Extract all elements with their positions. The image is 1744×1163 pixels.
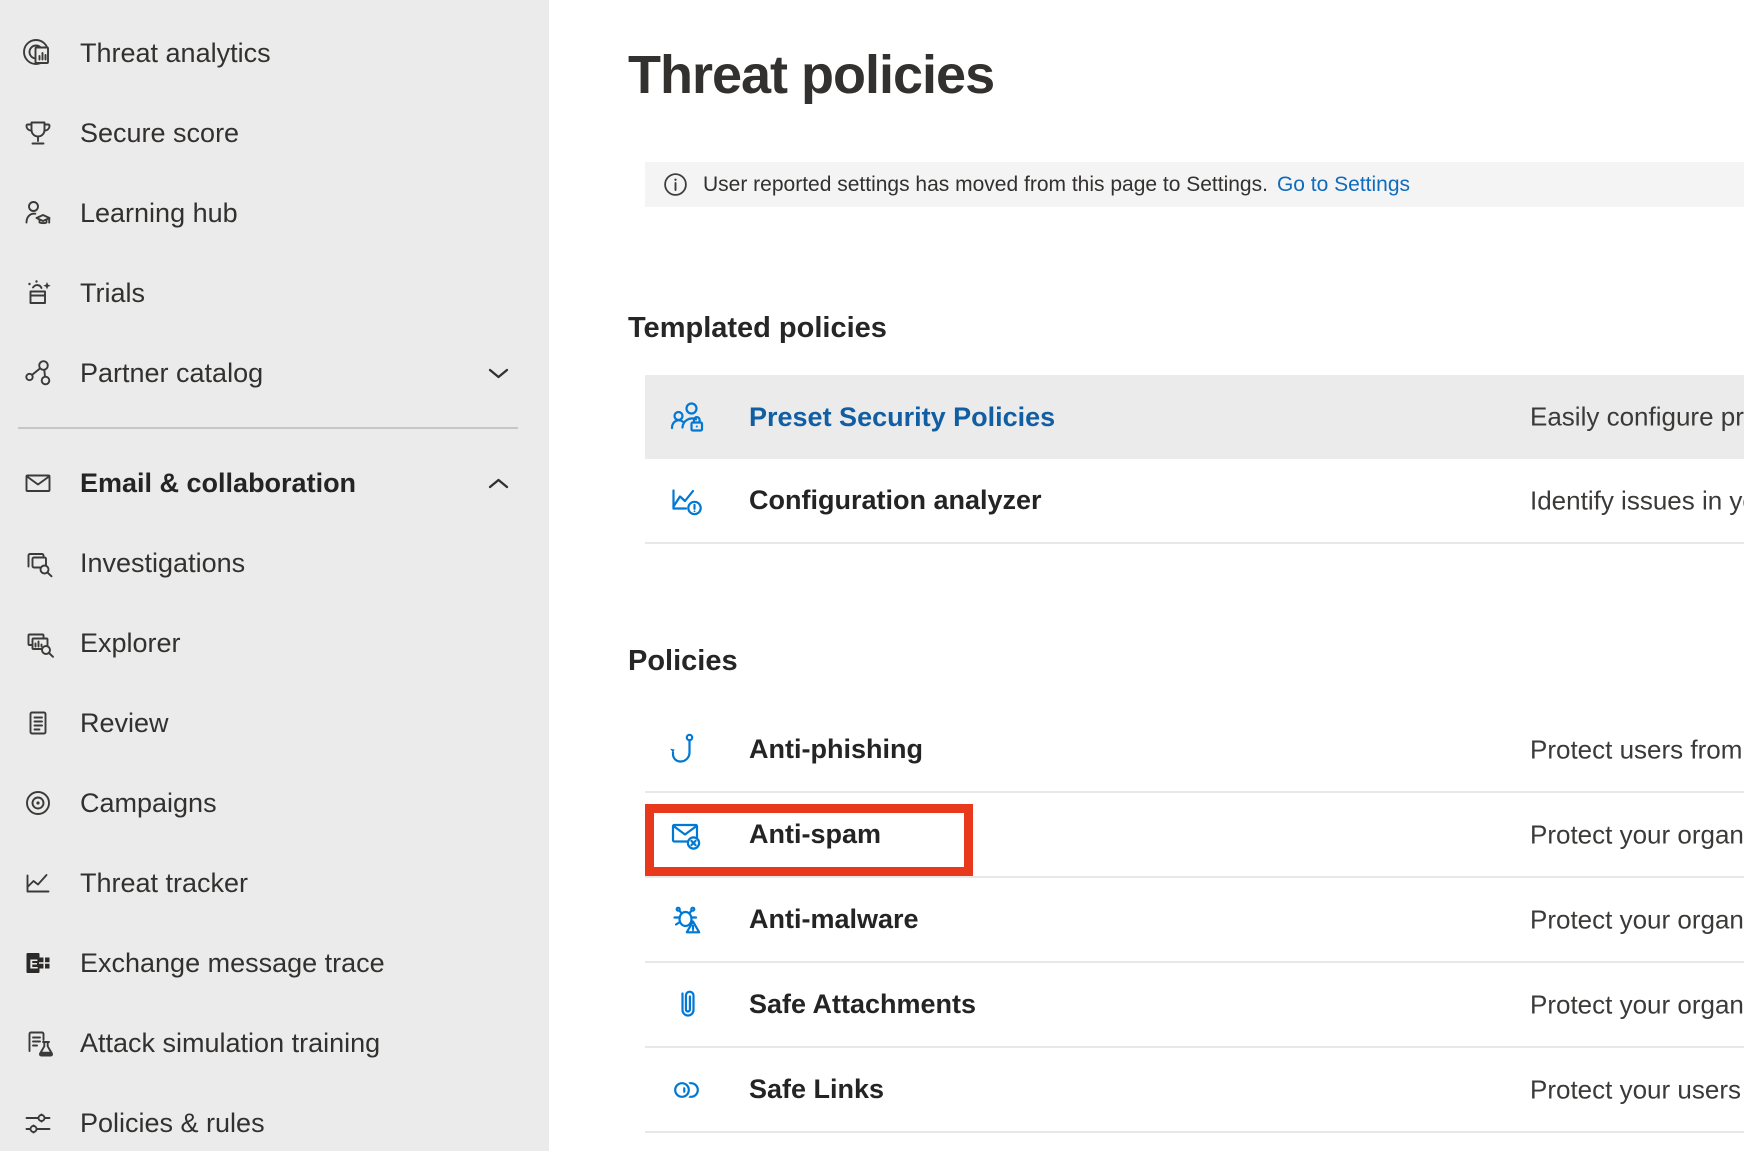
templated-policies-heading: Templated policies (628, 308, 1744, 348)
policies-rules-icon (20, 1105, 56, 1141)
info-icon (662, 171, 689, 198)
sidebar-item-label: Email & collaboration (80, 468, 356, 499)
safe-links-icon (667, 1070, 707, 1110)
sidebar-item-learning-hub[interactable]: Learning hub (0, 173, 549, 253)
configuration-analyzer-icon (667, 481, 707, 521)
sidebar-item-label: Learning hub (80, 198, 238, 229)
sidebar-item-label: Threat tracker (80, 868, 248, 899)
row-anti-spam[interactable]: Anti-spam Protect your organiz (645, 793, 1744, 878)
chevron-down-icon[interactable] (488, 368, 509, 379)
row-safe-attachments[interactable]: Safe Attachments Protect your organiz (645, 963, 1744, 1048)
row-title-configuration-analyzer[interactable]: Configuration analyzer (749, 485, 1042, 516)
explorer-icon (20, 625, 56, 661)
row-description: Identify issues in you (1530, 485, 1744, 516)
info-banner: User reported settings has moved from th… (645, 162, 1744, 207)
trials-icon (20, 275, 56, 311)
policies-list: Anti-phishing Protect users from p Anti-… (645, 708, 1744, 1133)
row-description: Protect your organiz (1530, 904, 1744, 935)
templated-policies-list: Preset Security Policies Easily configur… (645, 375, 1744, 544)
anti-phishing-icon (667, 730, 707, 770)
sidebar-item-partner-catalog[interactable]: Partner catalog (0, 333, 549, 413)
svg-text:E: E (30, 957, 39, 972)
row-description: Protect your organiz (1530, 819, 1744, 850)
sidebar-item-label: Policies & rules (80, 1108, 265, 1139)
threat-tracker-icon (20, 865, 56, 901)
exchange-icon: E (20, 945, 56, 981)
attack-simulation-icon (20, 1025, 56, 1061)
sidebar-item-trials[interactable]: Trials (0, 253, 549, 333)
main-content: Threat policies User reported settings h… (549, 0, 1744, 1151)
row-configuration-analyzer[interactable]: Configuration analyzer Identify issues i… (645, 459, 1744, 544)
sidebar-item-label: Explorer (80, 628, 181, 659)
sidebar-item-threat-tracker[interactable]: Threat tracker (0, 843, 549, 923)
trophy-icon (20, 115, 56, 151)
sidebar-divider (18, 427, 518, 429)
policies-heading: Policies (628, 641, 1744, 681)
chevron-up-icon[interactable] (488, 478, 509, 489)
sidebar-item-email-collaboration[interactable]: Email & collaboration (0, 443, 549, 523)
sidebar-item-label: Exchange message trace (80, 948, 385, 979)
anti-malware-icon (667, 900, 707, 940)
sidebar-item-attack-simulation-training[interactable]: Attack simulation training (0, 1003, 549, 1083)
sidebar-item-investigations[interactable]: Investigations (0, 523, 549, 603)
sidebar-item-label: Threat analytics (80, 38, 271, 69)
row-description: Easily configure prot (1530, 402, 1744, 433)
row-title-safe-attachments[interactable]: Safe Attachments (749, 989, 976, 1020)
page-title: Threat policies (628, 42, 1744, 108)
sidebar-item-campaigns[interactable]: Campaigns (0, 763, 549, 843)
row-anti-phishing[interactable]: Anti-phishing Protect users from p (645, 708, 1744, 793)
sidebar-item-policies-rules[interactable]: Policies & rules (0, 1083, 549, 1163)
sidebar-item-label: Attack simulation training (80, 1028, 380, 1059)
learning-hub-icon (20, 195, 56, 231)
row-title-preset-security-policies[interactable]: Preset Security Policies (749, 402, 1055, 433)
row-preset-security-policies[interactable]: Preset Security Policies Easily configur… (645, 375, 1744, 459)
sidebar-item-label: Investigations (80, 548, 245, 579)
campaigns-icon (20, 785, 56, 821)
row-description: Protect your organiz (1530, 989, 1744, 1020)
sidebar-item-label: Review (80, 708, 169, 739)
row-title-safe-links[interactable]: Safe Links (749, 1074, 884, 1105)
partner-catalog-icon (20, 355, 56, 391)
safe-attachments-icon (667, 985, 707, 1025)
mail-icon (20, 465, 56, 501)
left-navigation: Threat analytics Secure score Learning h… (0, 0, 549, 1151)
sidebar-item-label: Trials (80, 278, 145, 309)
sidebar-item-exchange-message-trace[interactable]: E Exchange message trace (0, 923, 549, 1003)
sidebar-item-review[interactable]: Review (0, 683, 549, 763)
sidebar-item-secure-score[interactable]: Secure score (0, 93, 549, 173)
row-safe-links[interactable]: Safe Links Protect your users fr (645, 1048, 1744, 1133)
row-title-anti-malware[interactable]: Anti-malware (749, 904, 919, 935)
banner-text: User reported settings has moved from th… (703, 173, 1268, 197)
sidebar-item-threat-analytics[interactable]: Threat analytics (0, 13, 549, 93)
go-to-settings-link[interactable]: Go to Settings (1277, 173, 1410, 197)
row-title-anti-phishing[interactable]: Anti-phishing (749, 734, 923, 765)
sidebar-item-explorer[interactable]: Explorer (0, 603, 549, 683)
investigations-icon (20, 545, 56, 581)
sidebar-item-label: Secure score (80, 118, 239, 149)
row-description: Protect your users fr (1530, 1074, 1744, 1105)
preset-security-icon (667, 397, 707, 437)
sidebar-item-label: Partner catalog (80, 358, 263, 389)
threat-analytics-icon (20, 35, 56, 71)
row-title-anti-spam[interactable]: Anti-spam (749, 819, 881, 850)
anti-spam-icon (667, 815, 707, 855)
row-anti-malware[interactable]: Anti-malware Protect your organiz (645, 878, 1744, 963)
row-description: Protect users from p (1530, 734, 1744, 765)
review-icon (20, 705, 56, 741)
sidebar-item-label: Campaigns (80, 788, 217, 819)
